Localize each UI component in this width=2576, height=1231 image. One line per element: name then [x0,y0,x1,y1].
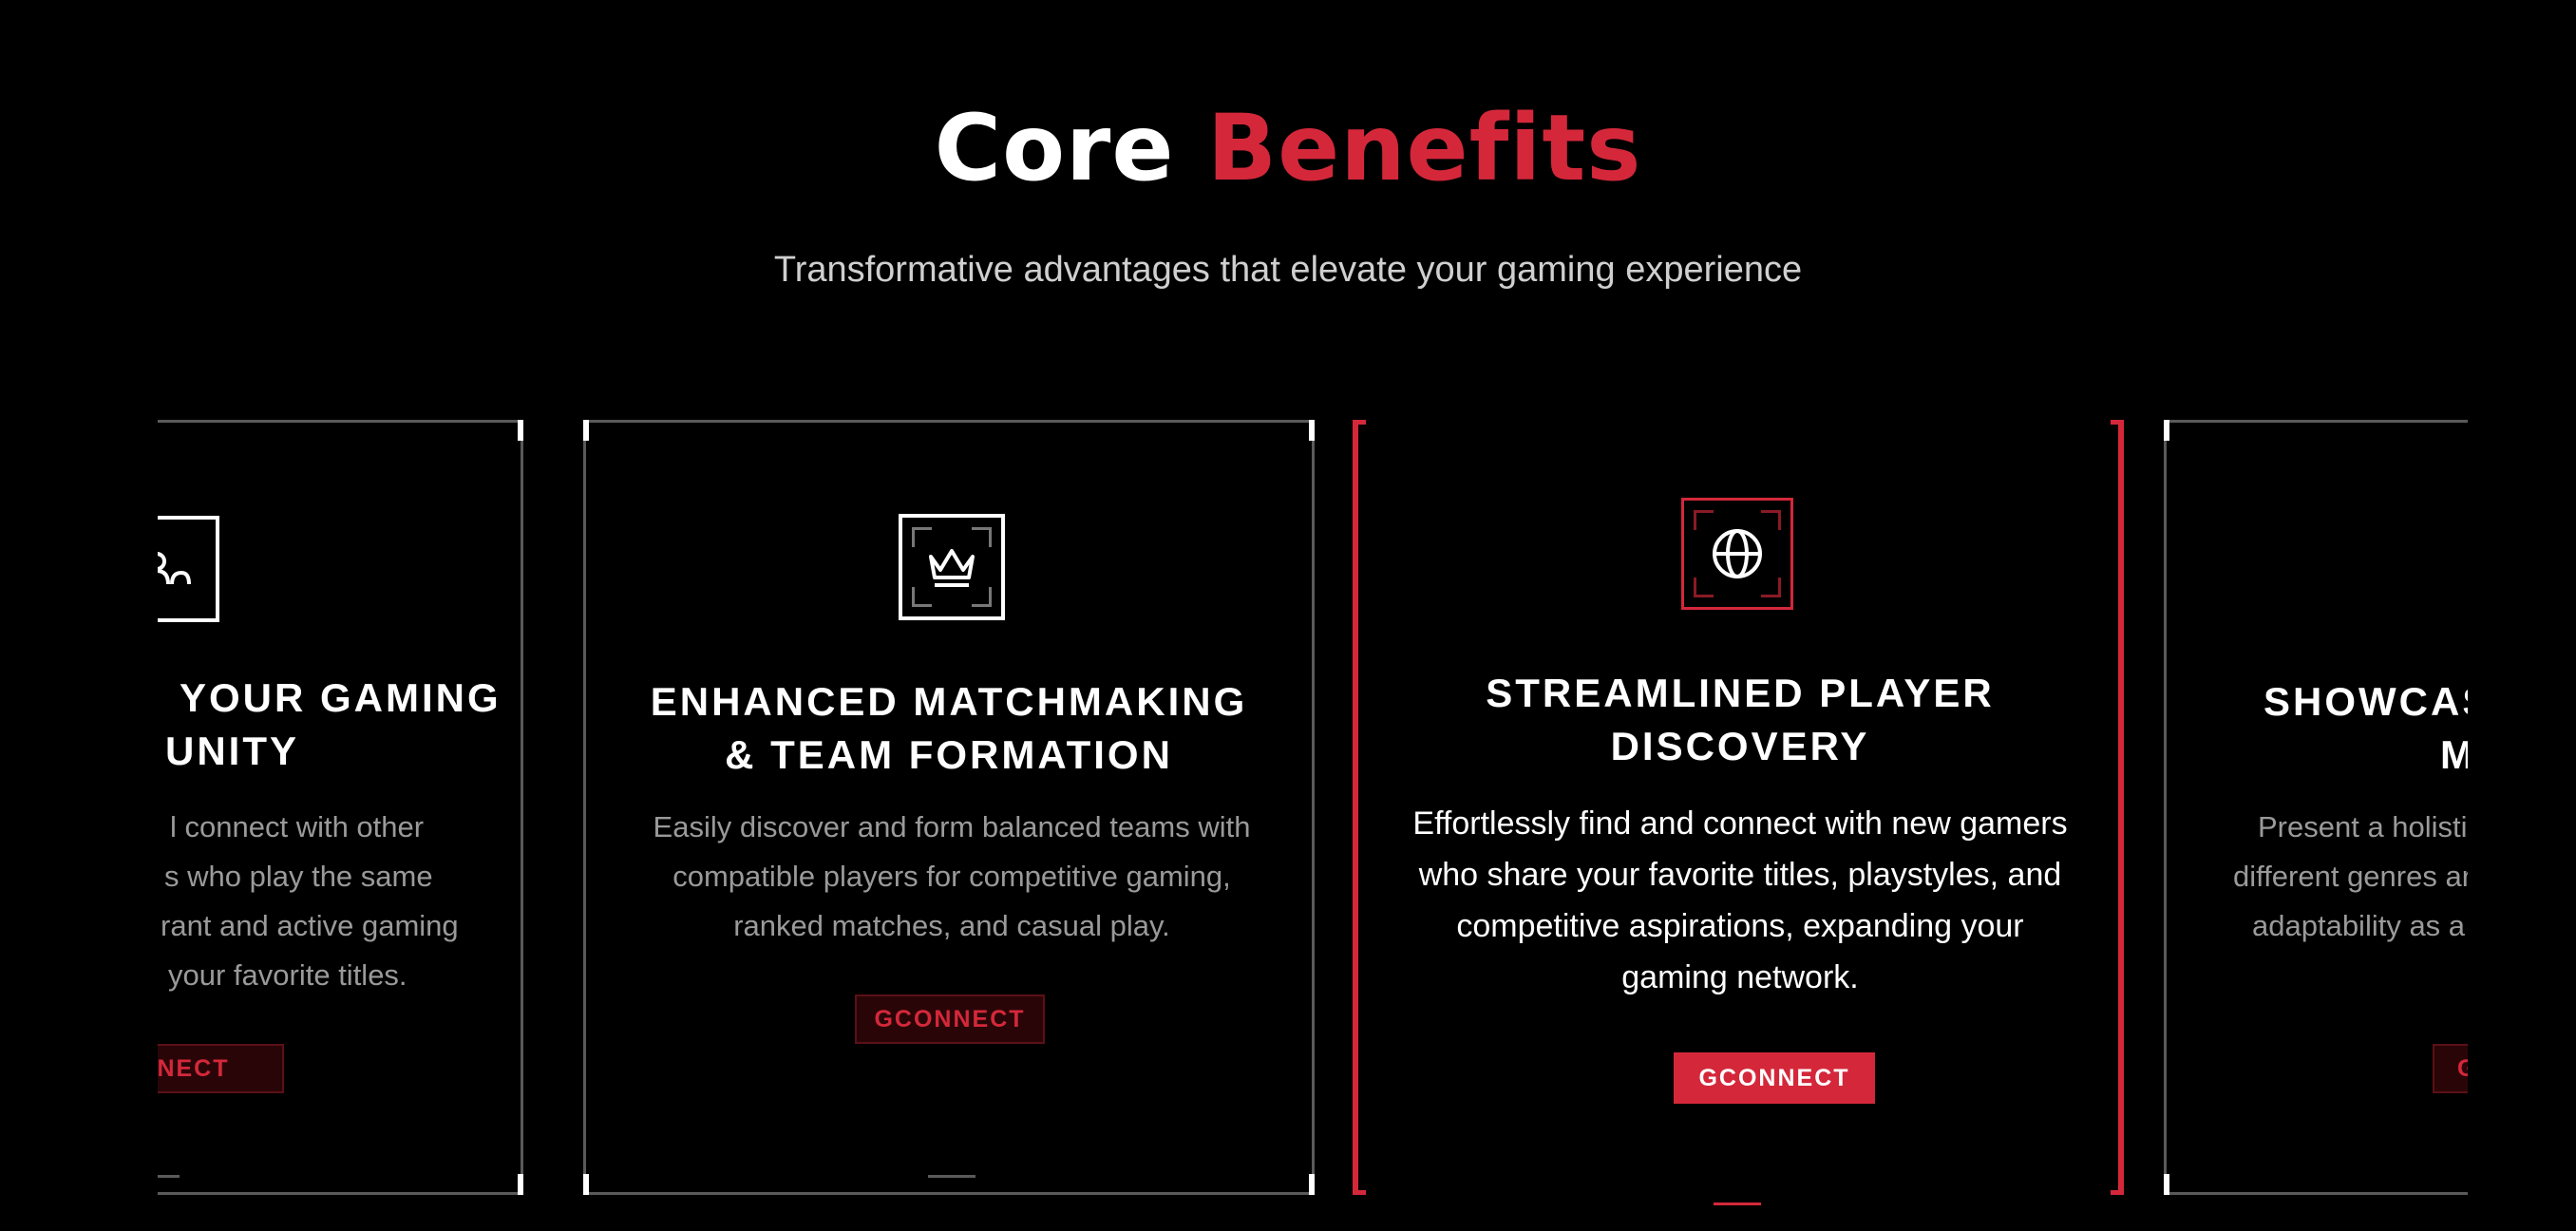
card-desc-line: l connect with other [170,810,425,843]
gconnect-button[interactable]: G [2433,1044,2468,1093]
corner-mark [2164,1174,2169,1195]
active-bracket-left [1353,420,1366,1195]
benefit-card-4[interactable]: SHOWCAS M Present a holistic different g… [2164,420,2468,1195]
card-indicator [158,1175,180,1178]
card-title-line: DISCOVERY [1610,724,1870,768]
benefit-card-3[interactable]: STREAMLINED PLAYER DISCOVERY Effortlessl… [1360,420,2120,1205]
card-description: l connect with other s who play the same… [161,803,521,1000]
gconnect-button[interactable]: GCONNECT [855,994,1045,1044]
card-title-line: SHOWCAS [2263,679,2468,724]
card-title: SHOWCAS M [2167,675,2468,782]
corner-mark [518,1174,523,1195]
title-red: Benefits [1206,95,1642,201]
title-white: Core [934,95,1175,201]
card-description: Effortlessly find and connect with new g… [1360,798,2120,1003]
card-indicator [928,1175,975,1178]
icon-bracket [912,587,932,607]
card-title-line: & TEAM FORMATION [725,732,1173,777]
icon-bracket [972,587,992,607]
corner-mark [518,420,523,441]
gconnect-button[interactable]: INECT [158,1044,284,1093]
corner-mark [583,1174,589,1195]
page-title: Core Benefits [0,103,2576,194]
card-title-line: YOUR GAMING [180,675,502,720]
crown-icon [899,514,1005,620]
icon-bracket [1761,510,1781,530]
icon-bracket [1694,510,1714,530]
card-title: ENHANCED MATCHMAKING & TEAM FORMATION [586,675,1312,782]
card-desc-line: your favorite titles. [168,958,407,992]
icon-bracket [1694,578,1714,597]
card-desc-line: compatible players for competitive gamin… [672,860,1231,893]
icon-bracket [1761,578,1781,597]
page-subtitle: Transformative advantages that elevate y… [773,250,1803,290]
bracket-tip [2111,1190,2124,1195]
icon-bracket [972,527,992,547]
card-title-line: ENHANCED MATCHMAKING [650,679,1248,724]
card-description: Easily discover and form balanced teams … [586,803,1317,951]
corner-mark [583,420,589,441]
card-desc-line: Easily discover and form balanced teams … [653,810,1251,843]
card-desc-line: gaming network. [1621,959,1859,995]
benefits-carousel[interactable]: YOUR GAMING UNITY l connect with other s… [158,408,2468,1206]
corner-mark [1309,420,1315,441]
card-desc-line: s who play the same [164,860,433,893]
card-desc-line: ranked matches, and casual play. [733,909,1170,942]
card-desc-line: different genres ar [2233,860,2468,893]
card-title-line: M [2440,732,2468,777]
benefit-card-2[interactable]: ENHANCED MATCHMAKING & TEAM FORMATION Ea… [583,420,1315,1195]
card-desc-line: who share your favorite titles, playstyl… [1418,857,2062,893]
community-icon [158,516,219,622]
card-desc-line: adaptability as a g [2252,909,2468,942]
active-bracket-right [2111,420,2124,1195]
corner-mark [2164,420,2169,441]
card-title: STREAMLINED PLAYER DISCOVERY [1360,667,2120,773]
card-desc-line: Effortlessly find and connect with new g… [1412,805,2068,842]
benefit-card-1[interactable]: YOUR GAMING UNITY l connect with other s… [158,420,523,1195]
card-desc-line: Present a holistic [2258,810,2468,843]
card-indicator [1714,1203,1761,1205]
icon-bracket [912,527,932,547]
card-desc-line: rant and active gaming [161,909,459,942]
gconnect-button[interactable]: GCONNECT [1674,1052,1875,1104]
card-title: YOUR GAMING UNITY [158,672,511,778]
card-title-line: STREAMLINED PLAYER [1486,671,1995,715]
card-desc-line: competitive aspirations, expanding your [1456,908,2024,944]
bracket-tip [2111,420,2124,425]
corner-mark [1309,1174,1315,1195]
globe-icon [1681,498,1793,610]
card-title-line: UNITY [165,729,299,773]
card-description: Present a holistic different genres ar a… [2167,803,2468,951]
